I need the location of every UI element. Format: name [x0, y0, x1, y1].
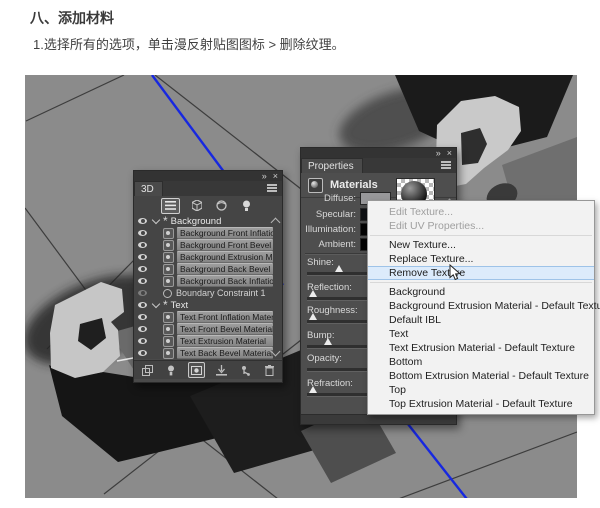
collapse-panel-icon[interactable]: »	[262, 172, 267, 180]
material-sphere-icon	[163, 276, 174, 287]
step-instruction: 1.选择所有的选项，单击漫反射贴图图标 > 删除纹理。	[33, 34, 345, 53]
section-heading: 八、添加材料	[30, 8, 114, 28]
panel-menu-icon[interactable]	[267, 187, 277, 189]
tree-row-group[interactable]: * Background	[134, 215, 282, 227]
menu-item[interactable]: Background	[368, 285, 594, 299]
render-camera-icon[interactable]	[188, 362, 205, 378]
tree-row-material[interactable]: Background Back Inflation ...	[134, 275, 282, 287]
trash-icon[interactable]	[262, 363, 277, 377]
filter-materials-icon[interactable]	[213, 199, 230, 213]
visibility-eye-icon[interactable]	[138, 326, 147, 332]
menu-item[interactable]: New Texture...	[368, 238, 594, 252]
close-panel-icon[interactable]: ×	[273, 172, 278, 180]
3d-panel: » × 3D * Backgroun	[133, 170, 283, 383]
tutorial-page: 八、添加材料 1.选择所有的选项，单击漫反射贴图图标 > 删除纹理。	[0, 0, 600, 508]
menu-separator	[370, 282, 592, 283]
filter-scene-icon[interactable]	[161, 198, 180, 214]
shine-label: Shine:	[307, 257, 334, 268]
3d-filter-bar	[134, 196, 282, 216]
slider-thumb[interactable]	[309, 386, 317, 393]
menu-item[interactable]: Top Extrusion Material - Default Texture	[368, 397, 594, 411]
menu-separator	[370, 235, 592, 236]
menu-item[interactable]: Text Extrusion Material - Default Textur…	[368, 341, 594, 355]
materials-sphere-icon	[308, 178, 323, 193]
tree-row-constraint[interactable]: Boundary Constraint 1	[134, 287, 282, 299]
panel-footer	[301, 414, 456, 424]
material-sphere-icon	[163, 240, 174, 251]
constraint-icon	[163, 289, 172, 298]
visibility-eye-icon[interactable]	[138, 266, 147, 272]
slider-thumb[interactable]	[309, 313, 317, 320]
menu-item[interactable]: Bottom	[368, 355, 594, 369]
3d-panel-toolbar	[134, 360, 282, 379]
menu-item[interactable]: Top	[368, 383, 594, 397]
close-panel-icon[interactable]: ×	[447, 149, 452, 157]
ik-pin-icon[interactable]	[238, 363, 253, 377]
tree-row-material[interactable]: Background Front Bevel Ma...	[134, 239, 282, 251]
mouse-cursor-icon	[449, 264, 461, 287]
visibility-eye-icon[interactable]	[138, 254, 147, 260]
material-sphere-icon	[163, 312, 174, 323]
menu-item[interactable]: Background Extrusion Material - Default …	[368, 299, 594, 313]
menu-item-remove-texture[interactable]: Remove Texture	[368, 266, 594, 280]
tree-row-material[interactable]: Background Back Bevel Mat...	[134, 263, 282, 275]
visibility-eye-icon[interactable]	[138, 338, 147, 344]
slider-thumb[interactable]	[335, 265, 343, 272]
materials-header-label: Materials	[330, 179, 378, 191]
tree-row-material[interactable]: Background Front Inflation ...	[134, 227, 282, 239]
collapse-panel-icon[interactable]: »	[436, 149, 441, 157]
light-bulb-icon[interactable]	[164, 363, 179, 377]
tree-row-material[interactable]: Text Front Inflation Material	[134, 311, 282, 323]
menu-item[interactable]: Replace Texture...	[368, 252, 594, 266]
filter-lights-icon[interactable]	[238, 199, 255, 213]
chevron-down-icon[interactable]	[152, 215, 160, 223]
menu-item: Edit Texture...	[368, 205, 594, 219]
menu-item[interactable]: Default IBL	[368, 313, 594, 327]
slider-thumb[interactable]	[309, 290, 317, 297]
drop-to-ground-icon[interactable]	[214, 363, 229, 377]
layers-icon[interactable]	[140, 363, 155, 377]
visibility-eye-icon[interactable]	[138, 290, 147, 296]
tab-properties[interactable]: Properties	[301, 158, 363, 173]
tree-row-material[interactable]: Text Extrusion Material	[134, 335, 282, 347]
tree-row-group[interactable]: * Text	[134, 299, 282, 311]
material-sphere-icon	[163, 264, 174, 275]
visibility-eye-icon[interactable]	[138, 218, 147, 224]
tree-row-material[interactable]: Text Back Bevel Material	[134, 347, 282, 359]
3d-panel-tabbar: 3D	[134, 181, 282, 196]
visibility-eye-icon[interactable]	[138, 278, 147, 284]
properties-titlebar: » ×	[301, 148, 456, 158]
material-sphere-icon	[163, 252, 174, 263]
material-sphere-icon	[163, 336, 174, 347]
texture-context-menu: Edit Texture... Edit UV Properties... Ne…	[367, 200, 595, 415]
panel-menu-icon[interactable]	[441, 164, 451, 166]
menu-item: Edit UV Properties...	[368, 219, 594, 233]
tree-row-material[interactable]: Text Front Bevel Material	[134, 323, 282, 335]
menu-item[interactable]: Bottom Extrusion Material - Default Text…	[368, 369, 594, 383]
visibility-eye-icon[interactable]	[138, 242, 147, 248]
tree-row-material[interactable]: Background Extrusion Mate...	[134, 251, 282, 263]
3d-scene-tree: * Background Background Front Inflation …	[134, 215, 282, 359]
3d-panel-titlebar: » ×	[134, 171, 282, 181]
slider-thumb[interactable]	[324, 338, 332, 345]
visibility-eye-icon[interactable]	[138, 230, 147, 236]
menu-item[interactable]: Text	[368, 327, 594, 341]
filter-meshes-icon[interactable]	[188, 199, 205, 213]
material-sphere-icon	[163, 324, 174, 335]
visibility-eye-icon[interactable]	[138, 350, 147, 356]
material-sphere-icon	[163, 348, 174, 359]
tab-3d[interactable]: 3D	[134, 181, 163, 196]
visibility-eye-icon[interactable]	[138, 302, 147, 308]
opacity-label: Opacity:	[307, 353, 342, 364]
scene-group-icon: *	[163, 302, 168, 308]
material-sphere-icon	[163, 228, 174, 239]
visibility-eye-icon[interactable]	[138, 314, 147, 320]
scene-group-icon: *	[163, 218, 168, 224]
chevron-down-icon[interactable]	[152, 299, 160, 307]
properties-tabbar: Properties	[301, 158, 456, 173]
